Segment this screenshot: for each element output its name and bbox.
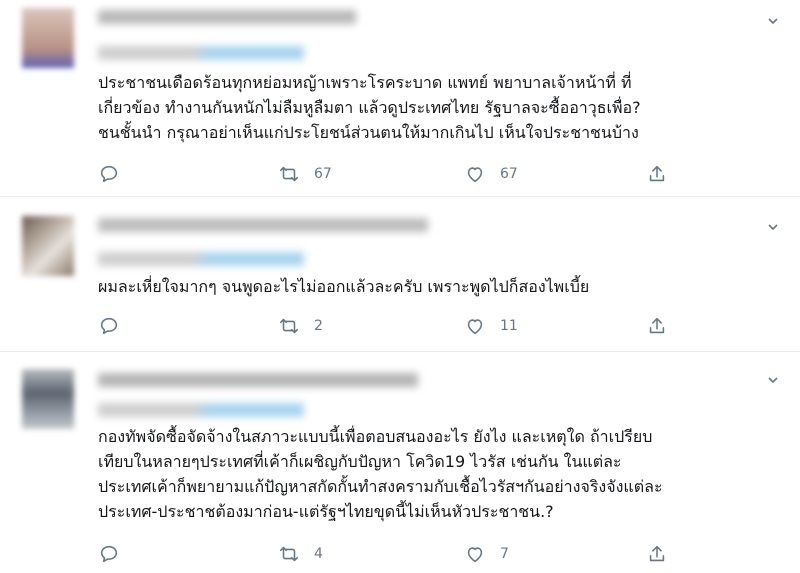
share-button[interactable] <box>646 313 668 339</box>
author-name-blurred[interactable] <box>98 218 428 232</box>
reply-text: กองทัพจัดซื้อจัดจ้างในสภาวะแบบนี้เพื่อตอ… <box>98 424 780 524</box>
share-button[interactable] <box>646 541 668 567</box>
comment-icon <box>100 317 118 335</box>
reply-text-line: ชนชั้นนำ กรุณาอย่าเห็นแก่ประโยชน์ส่วนตนใ… <box>98 123 639 142</box>
share-icon <box>649 317 665 334</box>
avatar[interactable] <box>22 216 74 276</box>
chevron-down-icon[interactable] <box>768 222 778 232</box>
retweet-count: 4 <box>314 546 323 562</box>
reply-button[interactable] <box>98 313 120 339</box>
reply-text-line: เทียบในหลายๆประเทศที่เค้าก็เผชิญกับปัญหา… <box>98 452 622 471</box>
reply-3: กองทัพจัดซื้อจัดจ้างในสภาวะแบบนี้เพื่อตอ… <box>0 351 800 573</box>
reply-1: ประชาชนเดือดร้อนทุกหย่อมหญ้าเพราะโรคระบา… <box>0 0 800 197</box>
retweet-count: 2 <box>314 318 323 334</box>
share-icon <box>649 165 665 182</box>
reply-text-line: กองทัพจัดซื้อจัดจ้างในสภาวะแบบนี้เพื่อตอ… <box>98 427 653 446</box>
reply-text-line: เกี่ยวข้อง ทำงานกันหนักไม่ลืมหูลืมตา แล้… <box>98 98 641 117</box>
comment-icon <box>100 545 118 563</box>
retweet-button[interactable]: 2 <box>278 313 323 339</box>
author-name-blurred[interactable] <box>98 373 418 387</box>
reply-text-line: ผมละเหี่ยใจมากๆ จนพูดอะไรไม่ออกแล้วละครั… <box>98 277 590 296</box>
retweet-button[interactable]: 4 <box>278 541 323 567</box>
comment-icon <box>100 165 118 183</box>
heart-icon <box>467 319 483 335</box>
chevron-down-icon[interactable] <box>768 375 778 385</box>
author-name-blurred[interactable] <box>98 10 356 24</box>
share-icon <box>649 545 665 562</box>
reply-2: ผมละเหี่ยใจมากๆ จนพูดอะไรไม่ออกแล้วละครั… <box>0 196 800 352</box>
retweet-button[interactable]: 67 <box>278 161 332 187</box>
reply-text: ประชาชนเดือดร้อนทุกหย่อมหญ้าเพราะโรคระบา… <box>98 70 780 145</box>
reply-button[interactable] <box>98 541 120 567</box>
retweet-icon <box>279 166 299 182</box>
like-button[interactable]: 7 <box>464 541 509 567</box>
like-count: 7 <box>500 546 509 562</box>
action-bar: 67 67 <box>98 161 678 187</box>
like-count: 67 <box>500 166 518 182</box>
reply-text-line: ประเทศเค้าก็พยายามแก้ปัญหาสกัดกั้นทำสงคร… <box>98 477 663 496</box>
avatar[interactable] <box>22 369 74 429</box>
reply-text: ผมละเหี่ยใจมากๆ จนพูดอะไรไม่ออกแล้วละครั… <box>98 274 780 299</box>
author-handle-blurred[interactable] <box>98 252 304 266</box>
retweet-count: 67 <box>314 166 332 182</box>
action-bar: 2 11 <box>98 313 678 339</box>
reply-text-line: ประชาชนเดือดร้อนทุกหย่อมหญ้าเพราะโรคระบา… <box>98 73 632 92</box>
author-handle-blurred[interactable] <box>98 403 304 417</box>
like-count: 11 <box>500 318 518 334</box>
share-button[interactable] <box>646 161 668 187</box>
reply-button[interactable] <box>98 161 120 187</box>
retweet-icon <box>279 318 299 334</box>
author-handle-blurred[interactable] <box>98 46 304 60</box>
like-button[interactable]: 11 <box>464 313 518 339</box>
heart-icon <box>467 547 483 563</box>
action-bar: 4 7 <box>98 541 678 567</box>
avatar[interactable] <box>22 8 74 68</box>
heart-icon <box>467 167 483 183</box>
like-button[interactable]: 67 <box>464 161 518 187</box>
reply-text-line: ประเทศ-ประชาชต้องมาก่อน-แต่รัฐฯไทยขุดนี้… <box>98 502 554 521</box>
chevron-down-icon[interactable] <box>768 16 778 26</box>
retweet-icon <box>279 546 299 562</box>
